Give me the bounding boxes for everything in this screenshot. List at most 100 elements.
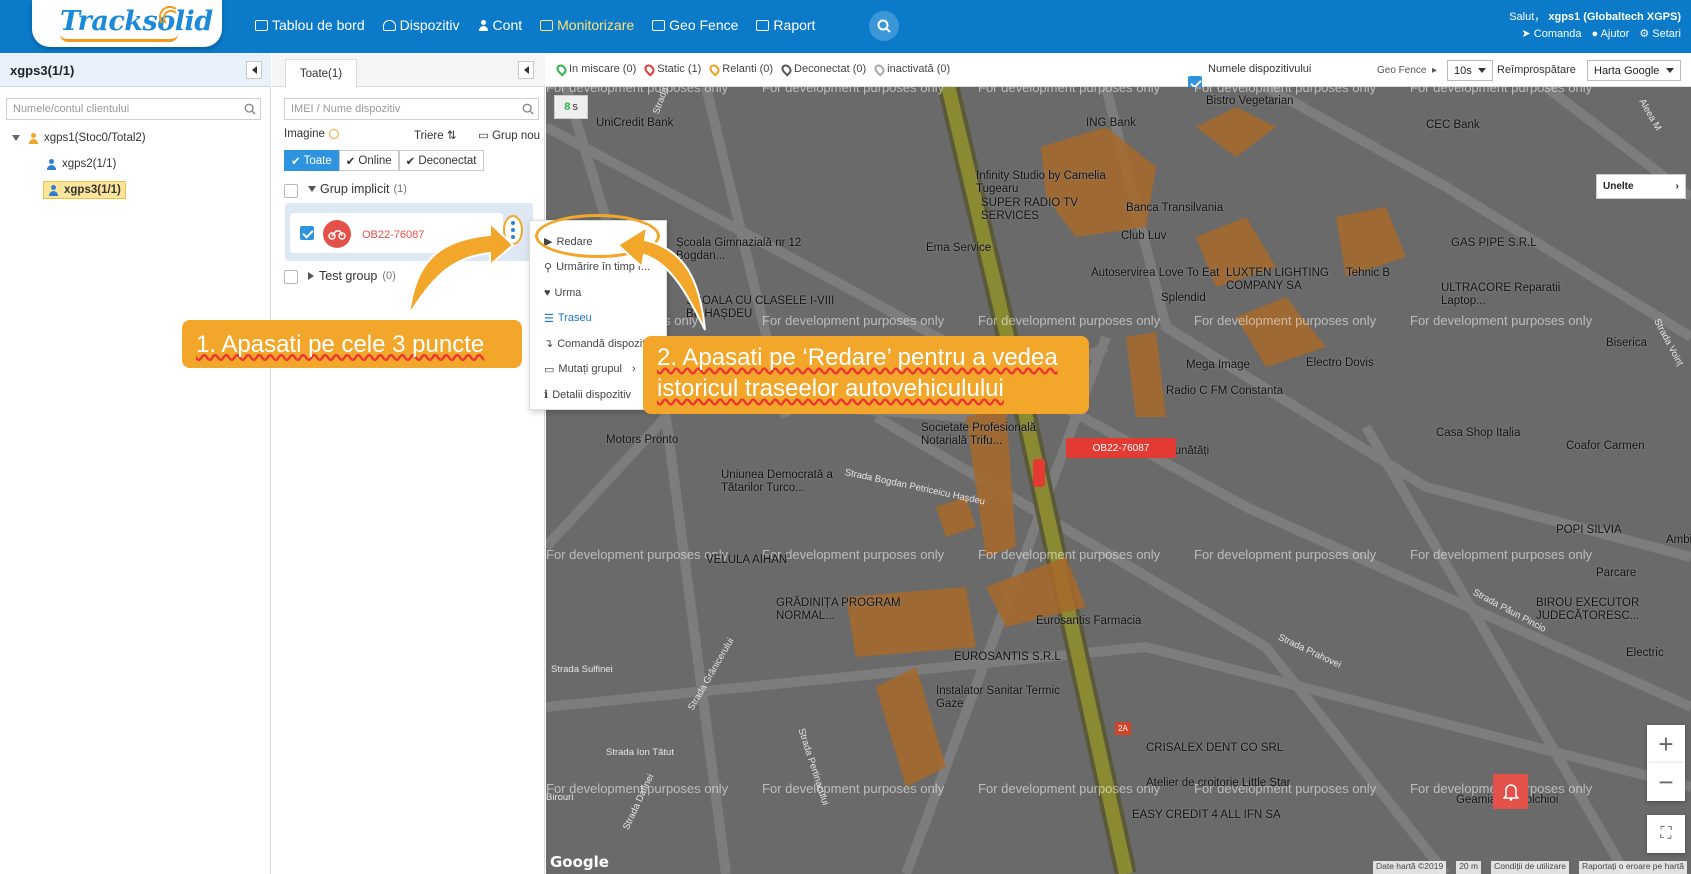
nav-dashboard[interactable]: Tablou de bord	[246, 17, 374, 33]
image-toggle[interactable]: Imagine	[284, 128, 339, 140]
vehicle-label[interactable]: OB22-76087	[1066, 438, 1176, 458]
tree-node-xgps1[interactable]: xgps1(Stoc0/Total2)	[12, 132, 146, 144]
map-place-label[interactable]: GRĂDINIȚA PROGRAM NORMAL...	[776, 597, 926, 623]
map-place-label[interactable]: Electro Dovis	[1306, 357, 1374, 370]
nav-dashboard-label: Tablou de bord	[272, 17, 365, 33]
nav-report[interactable]: Raport	[747, 17, 824, 33]
collapse-client-panel-button[interactable]	[246, 61, 262, 79]
help-icon[interactable]	[328, 129, 339, 139]
map-place-label[interactable]: Biserica	[1606, 337, 1647, 350]
map-place-label[interactable]: Motors Pronto	[606, 434, 678, 447]
status-idle[interactable]: Relanti (0)	[707, 61, 773, 77]
filter-all[interactable]: ✔ Toate	[284, 150, 339, 171]
filter-offline[interactable]: ✔ Deconectat	[398, 150, 484, 171]
map-place-label[interactable]: GAS PIPE S.R.L	[1451, 237, 1537, 250]
help-link[interactable]: ● Ajutor	[1591, 26, 1629, 43]
alarm-button[interactable]	[1493, 774, 1528, 809]
map-place-label[interactable]: Radio C FM Constanta	[1166, 385, 1283, 398]
map-place-label[interactable]: Ambi	[1666, 534, 1691, 547]
menu-move-group-label: Mutați grupul	[558, 363, 622, 376]
status-filter: ✔ Toate ✔ Online ✔ Deconectat	[284, 150, 484, 171]
vehicle-marker-icon[interactable]	[1033, 459, 1045, 487]
map-place-label[interactable]: Instalator Sanitar Termic Gaze	[936, 685, 1086, 711]
plus-icon: +	[1658, 728, 1674, 759]
sort-icon: ⇅	[446, 130, 457, 142]
map-place-label[interactable]: Electric	[1626, 647, 1664, 660]
map-place-label[interactable]: Coafor Carmen	[1566, 440, 1645, 453]
map-place-label[interactable]: Mega Image	[1186, 359, 1250, 372]
map-place-label[interactable]: CRISALEX DENT CO SRL	[1146, 742, 1283, 755]
geofence-toggle[interactable]: Geo Fence ▸	[1377, 65, 1437, 76]
status-offline[interactable]: Deconectat (0)	[779, 61, 866, 77]
bell-icon	[1502, 783, 1519, 801]
status-moving-label: In miscare (0)	[569, 63, 637, 75]
map-place-label[interactable]: Atelier de croitorie Little Star	[1146, 777, 1290, 790]
pin-icon	[707, 61, 722, 77]
map-place-label[interactable]: BIROU EXECUTOR JUDECĂTORESC...	[1536, 597, 1686, 623]
status-moving[interactable]: In miscare (0)	[554, 61, 637, 77]
map-place-label[interactable]: Parcare	[1596, 567, 1636, 580]
watermark: For development purposes only	[1194, 87, 1377, 95]
map-place-label[interactable]: UniCredit Bank	[596, 117, 673, 130]
map-place-label[interactable]: Bistro Vegetarian	[1206, 95, 1294, 108]
device-checkbox[interactable]	[300, 226, 314, 240]
client-search-button[interactable]	[239, 98, 261, 120]
group-default-checkbox[interactable]	[284, 184, 298, 198]
map-place-label[interactable]: Casa Shop Italia	[1436, 427, 1520, 440]
map-place-label[interactable]: CEC Bank	[1426, 119, 1480, 132]
map-place-label[interactable]: Societate Profesională Notarială Trifu..…	[921, 422, 1071, 448]
sort-button[interactable]: Triere ⇅	[414, 128, 456, 142]
tree-node-xgps3-selected[interactable]: xgps3(1/1)	[43, 181, 126, 199]
map-place-label[interactable]: ULTRACORE Reparatii Laptop...	[1441, 282, 1591, 308]
refresh-interval-select[interactable]: 10s	[1447, 60, 1493, 81]
nav-geofence[interactable]: Geo Fence	[643, 17, 747, 33]
map-place-label[interactable]: VELULA AIHAN	[706, 554, 787, 567]
status-static[interactable]: Static (1)	[642, 61, 701, 77]
client-search-input[interactable]: Numele/contul clientului	[6, 98, 240, 120]
map-terms-link[interactable]: Condiții de utilizare	[1491, 861, 1569, 874]
nav-monitoring[interactable]: Monitorizare	[531, 17, 643, 33]
map-place-label[interactable]: Eurosantis Farmacia	[1036, 615, 1141, 628]
tab-all[interactable]: Toate(1)	[285, 59, 357, 88]
group-default[interactable]: Grup implicit (1)	[308, 182, 407, 196]
new-group-button[interactable]: ▭ Grup nou	[478, 128, 540, 142]
map-type-select[interactable]: Harta Google	[1587, 60, 1681, 81]
status-inactive[interactable]: inactivată (0)	[872, 61, 950, 77]
collapse-device-panel-button[interactable]	[518, 61, 534, 79]
expand-caret-icon	[308, 186, 316, 192]
map-place-label[interactable]: Banca Transilvania	[1126, 202, 1223, 215]
map-place-label[interactable]: Autoservirea Love To Eat	[1091, 267, 1219, 280]
nav-account[interactable]: Cont	[469, 17, 532, 33]
nav-monitoring-label: Monitorizare	[557, 17, 635, 33]
map-place-label[interactable]: EASY CREDIT 4 ALL IFN SA	[1132, 809, 1281, 822]
nav-device[interactable]: Dispozitiv	[374, 17, 469, 33]
nav-geofence-label: Geo Fence	[669, 17, 739, 33]
fullscreen-button[interactable]: ⛶	[1647, 815, 1685, 853]
username[interactable]: xgps1 (Globaltech XGPS)	[1548, 11, 1681, 23]
map-place-label[interactable]: POPI SILVIA	[1556, 524, 1622, 537]
map-place-label[interactable]: SUPER RADIO TV SERVICES	[981, 197, 1131, 223]
group-test[interactable]: Test group (0)	[308, 269, 396, 283]
map-place-label[interactable]: Infinity Studio by Camelia Tugearu	[976, 170, 1126, 196]
zoom-in-button[interactable]: +	[1647, 725, 1685, 763]
device-search-input[interactable]: IMEI / Nume dispozitiv	[284, 98, 518, 120]
global-search-button[interactable]	[869, 11, 899, 41]
map-place-label[interactable]: Splendid	[1161, 292, 1206, 305]
zoom-out-button[interactable]: −	[1647, 763, 1685, 801]
command-link[interactable]: ➤ Comanda	[1522, 26, 1582, 43]
map-place-label[interactable]: Club Luv	[1121, 230, 1166, 243]
map-report-link[interactable]: Raportați o eroare pe hartă	[1578, 861, 1687, 874]
settings-link[interactable]: ⚙ Setari	[1639, 26, 1681, 43]
map-place-label[interactable]: Tehnic B	[1346, 267, 1390, 280]
group-test-checkbox[interactable]	[284, 270, 298, 284]
map-place-label[interactable]: EUROSANTIS S.R.L	[954, 651, 1061, 664]
expand-caret-icon[interactable]	[12, 135, 20, 141]
map-place-label[interactable]: ING Bank	[1086, 117, 1136, 130]
callout-step-1: 1. Apasati pe cele 3 puncte	[182, 320, 522, 368]
filter-online[interactable]: ✔ Online	[338, 150, 399, 171]
map-canvas[interactable]: For development purposes only For develo…	[546, 87, 1691, 874]
tree-node-xgps2[interactable]: xgps2(1/1)	[46, 158, 116, 170]
device-search-button[interactable]	[517, 98, 539, 120]
tools-button[interactable]: Unelte ›	[1596, 174, 1686, 199]
map-place-label[interactable]: Ema Service	[926, 242, 991, 255]
